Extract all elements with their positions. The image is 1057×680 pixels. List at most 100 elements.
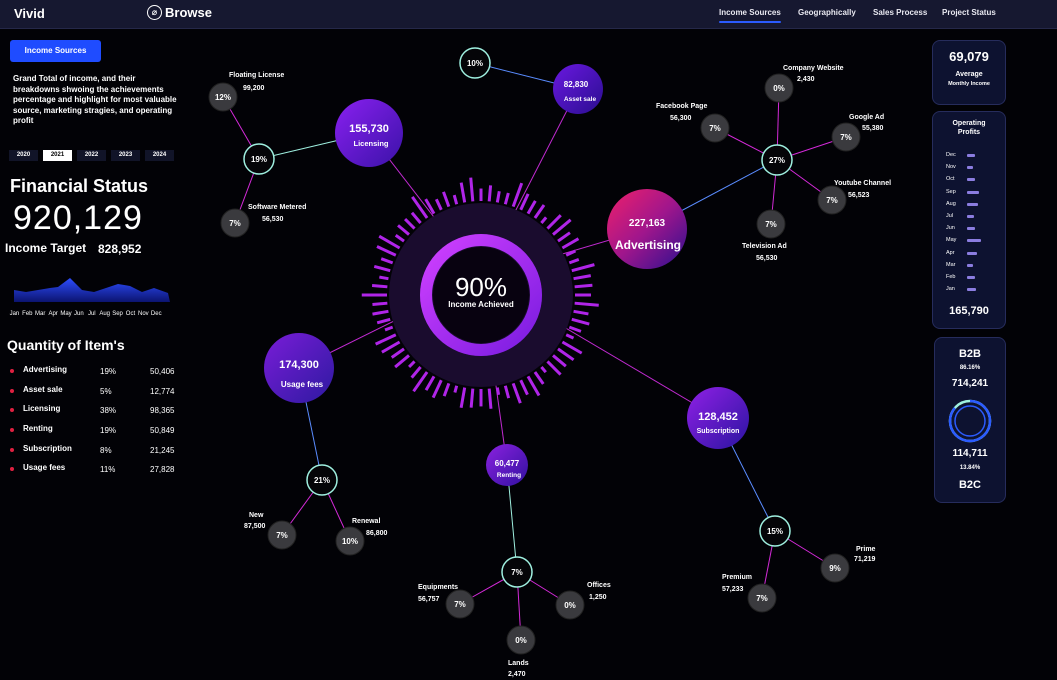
source-renting[interactable]: 60,477 Renting xyxy=(486,444,528,486)
source-value: 174,300 xyxy=(279,359,319,371)
b2b-label: B2B xyxy=(958,348,981,360)
source-asset-sale[interactable]: 82,830 Asset sale xyxy=(553,64,603,114)
leaf-pct: 10% xyxy=(342,537,358,546)
burst-ray xyxy=(434,198,443,211)
source-value: 60,477 xyxy=(495,459,520,468)
op-month-label: Mar xyxy=(946,261,956,268)
hub-asset-sale[interactable]: 10% xyxy=(459,47,491,79)
burst-ray xyxy=(394,354,410,369)
hub-subscription[interactable]: 15% xyxy=(759,515,791,547)
leaf-premium[interactable]: 7% Premium 57,233 xyxy=(722,574,777,613)
hub-pct: 21% xyxy=(314,476,330,485)
hub-advertising[interactable]: 27% xyxy=(761,144,793,176)
burst-ray xyxy=(384,325,394,332)
leaf-value: 2,430 xyxy=(797,76,815,83)
leaf-google-ad[interactable]: 7% Google Ad 55,380 xyxy=(831,114,884,152)
source-licensing[interactable]: 155,730 Licensing xyxy=(335,99,403,167)
leaf-prime[interactable]: 9% Prime 71,219 xyxy=(820,546,876,583)
op-month-label: Jun xyxy=(946,225,955,232)
source-name: Usage fees xyxy=(281,380,324,389)
burst-ray xyxy=(557,347,575,362)
leaf-company-website[interactable]: 0% Company Website 2,430 xyxy=(764,65,844,103)
b2c-label: B2C xyxy=(958,479,981,491)
leaf-pct: 0% xyxy=(564,601,576,610)
burst-ray xyxy=(442,382,451,397)
average-income-sublabel: Monthly Income xyxy=(948,81,990,87)
op-bar xyxy=(967,215,974,218)
leaf-pct: 0% xyxy=(773,84,785,93)
burst-ray xyxy=(526,375,541,397)
burst-ray xyxy=(533,204,546,219)
center-percent: 90% xyxy=(455,272,507,302)
leaf-pct: 12% xyxy=(215,93,231,102)
burst-ray xyxy=(533,371,545,385)
leaf-name: Floating License xyxy=(229,72,284,79)
leaf-new[interactable]: 7% New 87,500 xyxy=(244,512,297,550)
source-subscription[interactable]: 128,452 Subscription xyxy=(687,387,749,449)
leaf-equipments[interactable]: 7% Equipments 56,757 xyxy=(418,584,475,619)
burst-ray xyxy=(397,224,410,236)
op-month-label: Dec xyxy=(946,152,956,158)
leaf-value: 56,530 xyxy=(756,255,778,262)
burst-ray xyxy=(519,193,530,211)
op-bar xyxy=(967,202,978,206)
source-usage-fees[interactable]: 174,300 Usage fees xyxy=(264,333,334,403)
burst-ray xyxy=(495,191,501,203)
leaf-offices[interactable]: 0% Offices 1,250 xyxy=(555,582,611,620)
op-month-label: Feb xyxy=(946,274,956,280)
op-month-label: Oct xyxy=(946,176,955,183)
op-bar xyxy=(967,239,981,243)
burst-ray xyxy=(503,385,511,399)
leaf-pct: 7% xyxy=(229,219,241,228)
income-network-diagram: 90% Income Achieved 155,730 Licensing 82… xyxy=(208,47,891,678)
burst-ray xyxy=(469,177,475,202)
leaf-pct: 7% xyxy=(840,133,852,142)
burst-ray xyxy=(372,309,389,316)
leaf-value: 86,800 xyxy=(366,530,388,537)
leaf-floating-license[interactable]: 12% Floating License 99,200 xyxy=(208,72,284,112)
leaf-value: 57,233 xyxy=(722,586,744,593)
op-bar xyxy=(967,263,974,267)
leaf-name: Google Ad xyxy=(849,114,884,121)
burst-ray xyxy=(571,317,590,326)
burst-ray xyxy=(373,264,391,273)
hub-licensing[interactable]: 19% xyxy=(243,143,275,175)
burst-ray xyxy=(519,379,529,396)
burst-ray xyxy=(552,354,567,368)
hub-pct: 10% xyxy=(467,59,483,68)
source-value: 128,452 xyxy=(698,411,738,423)
leaf-pct: 7% xyxy=(709,124,721,133)
burst-ray xyxy=(503,192,510,205)
burst-ray xyxy=(442,191,451,208)
leaf-pct: 7% xyxy=(756,594,768,603)
hub-usage-fees[interactable]: 21% xyxy=(306,464,338,496)
leaf-youtube-channel[interactable]: 7% Youtube Channel 56,523 xyxy=(817,180,891,215)
leaf-value: 56,300 xyxy=(670,115,692,122)
leaf-name: Youtube Channel xyxy=(834,180,891,187)
average-income-card: 69,079 Average Monthly Income xyxy=(932,40,1006,105)
leaf-facebook-page[interactable]: 7% Facebook Page 56,300 xyxy=(656,103,730,143)
leaf-pct: 0% xyxy=(515,636,527,645)
leaf-name: Equipments xyxy=(418,584,458,591)
burst-ray xyxy=(431,379,443,399)
leaf-software-metered[interactable]: 7% Software Metered 56,530 xyxy=(220,204,306,238)
leaf-value: 55,380 xyxy=(862,125,884,132)
burst-ray xyxy=(410,211,422,224)
leaf-renewal[interactable]: 10% Renewal 86,800 xyxy=(335,518,388,556)
burst-ray xyxy=(561,237,580,250)
leaf-name: Premium xyxy=(722,574,752,581)
source-advertising[interactable]: 227,163 Advertising xyxy=(607,189,687,269)
burst-ray xyxy=(459,182,467,203)
burst-ray xyxy=(459,387,467,408)
leaf-lands[interactable]: 0% Lands 2,470 xyxy=(506,625,536,678)
burst-ray xyxy=(378,234,401,250)
leaf-name: Lands xyxy=(508,660,529,667)
burst-ray xyxy=(526,200,537,215)
leaf-name: Prime xyxy=(856,546,876,553)
operating-profits-card: Operating Profits Dec Nov Oct Sep Aug Jul Jun M… xyxy=(932,111,1006,329)
leaf-value: 1,250 xyxy=(589,594,607,601)
hub-renting[interactable]: 7% xyxy=(501,556,533,588)
b2b-pct: 86.16% xyxy=(959,365,981,371)
leaf-television-ad[interactable]: 7% Television Ad 56,530 xyxy=(742,209,787,262)
source-name: Asset sale xyxy=(564,96,597,103)
